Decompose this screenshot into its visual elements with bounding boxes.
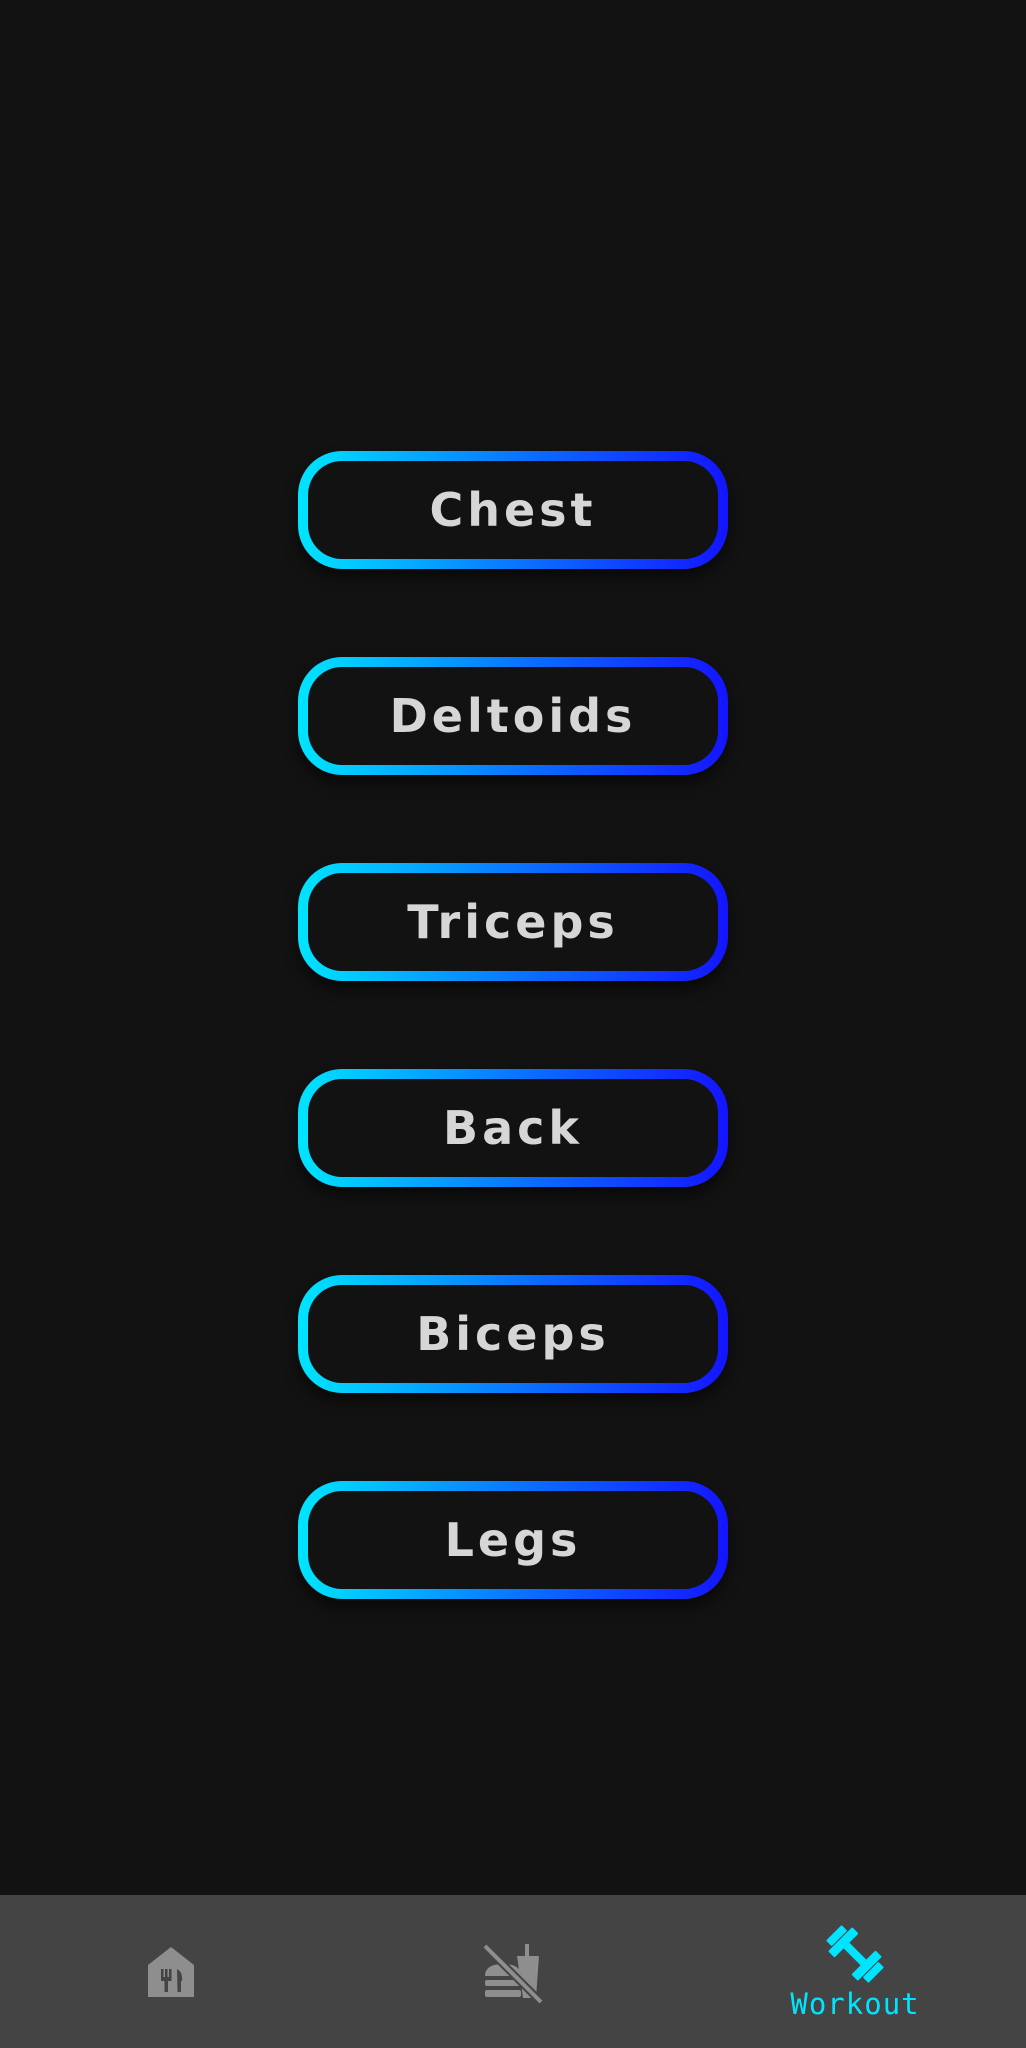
chest-button-label: Chest <box>429 483 597 537</box>
triceps-button[interactable]: Triceps <box>298 863 728 981</box>
nav-item-workout-label: Workout <box>790 1986 920 2021</box>
biceps-button[interactable]: Biceps <box>298 1275 728 1393</box>
legs-button-label: Legs <box>444 1513 582 1567</box>
chest-button[interactable]: Chest <box>298 451 728 569</box>
bottom-navigation-bar: Workout <box>0 1895 1026 2048</box>
triceps-button-label: Triceps <box>407 895 619 949</box>
back-button-label: Back <box>443 1101 583 1155</box>
deltoids-button[interactable]: Deltoids <box>298 657 728 775</box>
legs-button[interactable]: Legs <box>298 1481 728 1599</box>
nav-item-meals-home[interactable] <box>0 1895 342 2048</box>
biceps-button-label: Biceps <box>416 1307 610 1361</box>
workout-screen: Chest Deltoids Triceps Back Biceps Legs <box>0 0 1026 2048</box>
nav-item-workout[interactable]: Workout <box>684 1895 1026 2048</box>
nav-item-no-food[interactable] <box>342 1895 684 2048</box>
no-food-icon <box>482 1942 544 2004</box>
dumbbell-icon <box>826 1924 884 1983</box>
deltoids-button-label: Deltoids <box>389 689 637 743</box>
back-button[interactable]: Back <box>298 1069 728 1187</box>
restaurant-house-icon <box>148 1946 194 1997</box>
